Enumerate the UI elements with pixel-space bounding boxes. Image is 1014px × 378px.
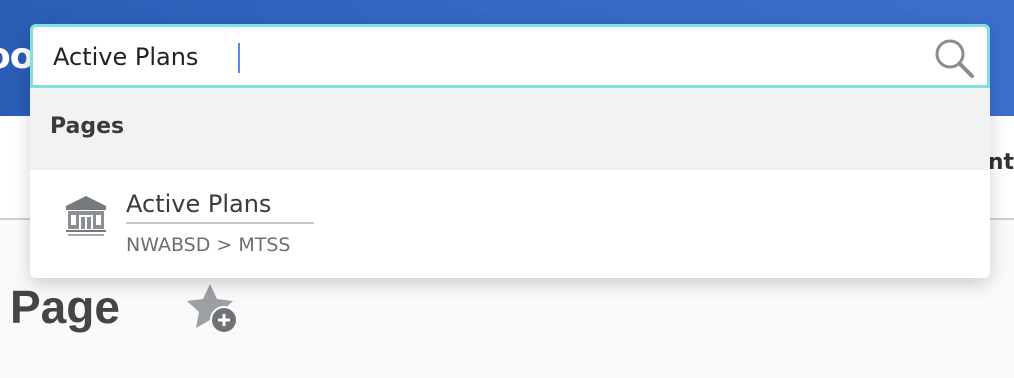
search-icon[interactable] [933,37,975,79]
results-group-label: Pages [50,114,125,139]
nav-item-partial[interactable]: nt [988,150,1014,175]
add-favorite-icon[interactable] [184,282,240,336]
brand-logo-text: oo [0,36,34,77]
result-title[interactable]: Active Plans [126,190,314,224]
search-box[interactable] [30,24,990,88]
result-breadcrumb: NWABSD > MTSS [126,234,291,256]
building-icon [66,196,106,236]
search-dropdown: Pages Active Plans NWABSD > MTSS [30,24,990,278]
text-caret [238,43,240,73]
results-group-header: Pages [30,88,990,170]
search-result-item[interactable]: Active Plans NWABSD > MTSS [30,170,990,278]
page-title: Page [10,281,120,333]
search-input[interactable] [53,37,913,77]
